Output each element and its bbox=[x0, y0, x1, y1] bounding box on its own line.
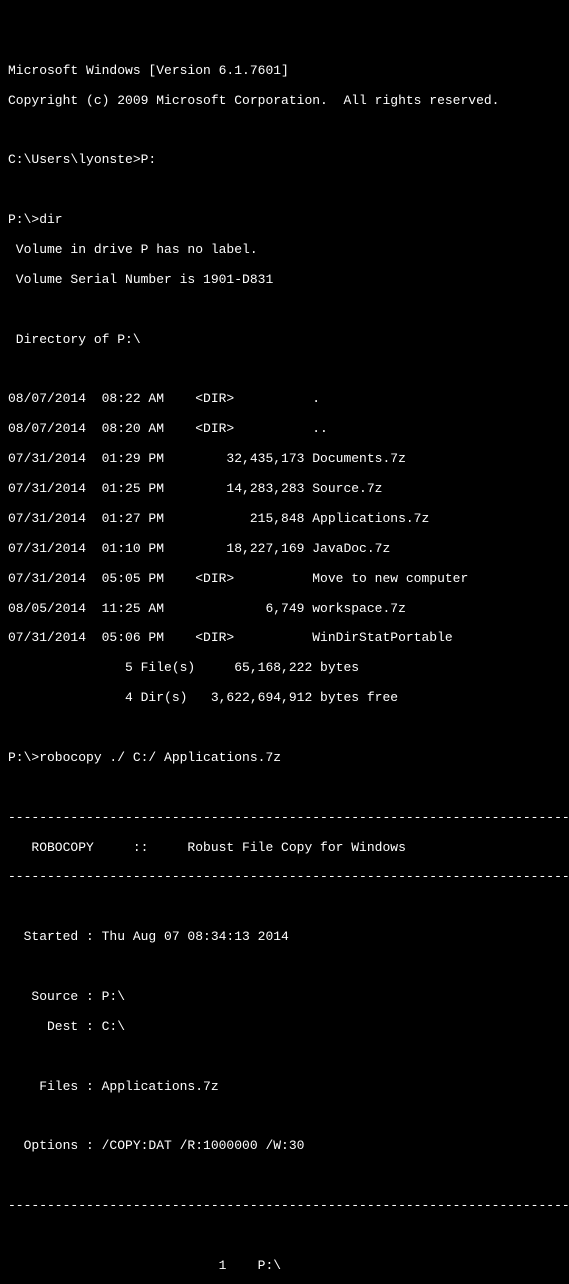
dir-row: 07/31/2014 05:05 PM <DIR> Move to new co… bbox=[8, 572, 561, 587]
robocopy-options: Options : /COPY:DAT /R:1000000 /W:30 bbox=[8, 1139, 561, 1154]
blank bbox=[8, 1109, 561, 1124]
dir-row: 07/31/2014 01:27 PM 215,848 Applications… bbox=[8, 512, 561, 527]
blank bbox=[8, 1229, 561, 1244]
volume-serial: Volume Serial Number is 1901-D831 bbox=[8, 273, 561, 288]
blank bbox=[8, 183, 561, 198]
robocopy-title: ROBOCOPY :: Robust File Copy for Windows bbox=[8, 841, 561, 856]
robocopy-started: Started : Thu Aug 07 08:34:13 2014 bbox=[8, 930, 561, 945]
dir-row: 07/31/2014 01:25 PM 14,283,283 Source.7z bbox=[8, 482, 561, 497]
robocopy-source: Source : P:\ bbox=[8, 990, 561, 1005]
divider: ----------------------------------------… bbox=[8, 1199, 561, 1214]
blank bbox=[8, 781, 561, 796]
blank bbox=[8, 303, 561, 318]
blank bbox=[8, 900, 561, 915]
blank bbox=[8, 1169, 561, 1184]
blank bbox=[8, 1050, 561, 1065]
blank bbox=[8, 721, 561, 736]
result-count: 1 P:\ bbox=[8, 1259, 561, 1274]
divider: ----------------------------------------… bbox=[8, 811, 561, 826]
dir-row: 08/05/2014 11:25 AM 6,749 workspace.7z bbox=[8, 602, 561, 617]
divider: ----------------------------------------… bbox=[8, 870, 561, 885]
dir-summary-dirs: 4 Dir(s) 3,622,694,912 bytes free bbox=[8, 691, 561, 706]
header-copyright: Copyright (c) 2009 Microsoft Corporation… bbox=[8, 94, 561, 109]
prompt-dir[interactable]: P:\>dir bbox=[8, 213, 561, 228]
volume-label: Volume in drive P has no label. bbox=[8, 243, 561, 258]
blank bbox=[8, 124, 561, 139]
directory-header: Directory of P:\ bbox=[8, 333, 561, 348]
dir-row: 07/31/2014 01:29 PM 32,435,173 Documents… bbox=[8, 452, 561, 467]
dir-row: 08/07/2014 08:20 AM <DIR> .. bbox=[8, 422, 561, 437]
prompt-drive-change[interactable]: C:\Users\lyonste>P: bbox=[8, 153, 561, 168]
dir-row: 08/07/2014 08:22 AM <DIR> . bbox=[8, 392, 561, 407]
robocopy-files: Files : Applications.7z bbox=[8, 1080, 561, 1095]
prompt-robocopy[interactable]: P:\>robocopy ./ C:/ Applications.7z bbox=[8, 751, 561, 766]
robocopy-dest: Dest : C:\ bbox=[8, 1020, 561, 1035]
header-version: Microsoft Windows [Version 6.1.7601] bbox=[8, 64, 561, 79]
dir-summary-files: 5 File(s) 65,168,222 bytes bbox=[8, 661, 561, 676]
dir-row: 07/31/2014 01:10 PM 18,227,169 JavaDoc.7… bbox=[8, 542, 561, 557]
dir-row: 07/31/2014 05:06 PM <DIR> WinDirStatPort… bbox=[8, 631, 561, 646]
blank bbox=[8, 363, 561, 378]
blank bbox=[8, 960, 561, 975]
